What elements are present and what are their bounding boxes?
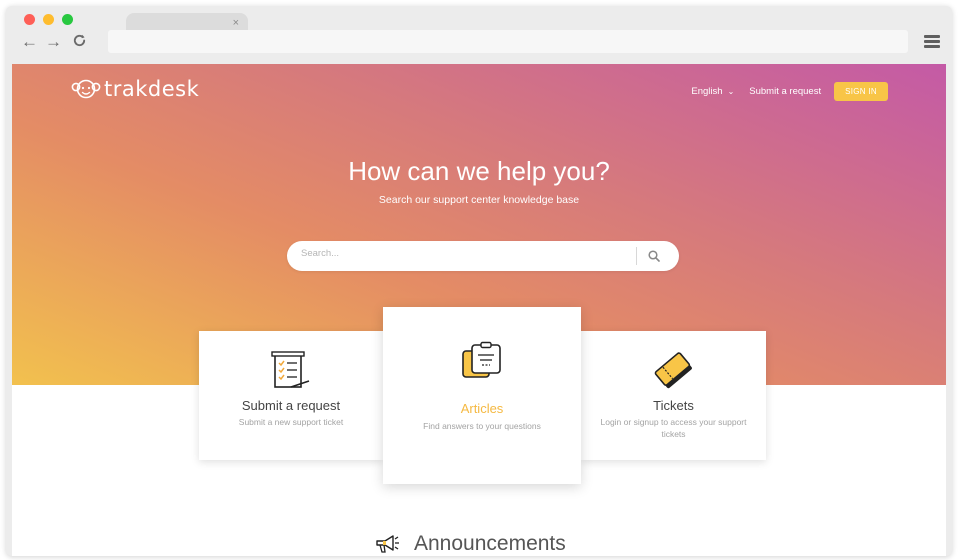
monkey-logo-icon: [71, 79, 101, 99]
forward-arrow-icon[interactable]: →: [45, 33, 62, 51]
search-input[interactable]: [301, 248, 621, 259]
back-arrow-icon[interactable]: ←: [21, 33, 38, 51]
ticket-icon: [654, 352, 692, 389]
card-description: Submit a new support ticket: [238, 417, 344, 427]
search-divider: [636, 247, 637, 265]
language-label: English: [691, 86, 723, 97]
card-title: Tickets: [653, 398, 694, 413]
tickets-card[interactable]: Tickets Login or signup to access your s…: [581, 331, 766, 460]
card-description: Find answers to your questions: [423, 421, 541, 431]
page-subtitle: Search our support center knowledge base: [378, 194, 580, 206]
tab-close-icon[interactable]: ×: [233, 17, 239, 29]
language-selector[interactable]: English ⌄: [691, 86, 734, 97]
submit-request-card[interactable]: Submit a request Submit a new support ti…: [199, 331, 383, 460]
browser-window: × ← → trakdesk English ⌄ Submit a reques…: [6, 6, 952, 556]
brand-name: trakdesk: [104, 77, 200, 101]
announcements-section: Announcements: [374, 532, 566, 556]
card-title: Articles: [460, 401, 504, 416]
submit-request-link[interactable]: Submit a request: [749, 86, 821, 97]
reload-icon[interactable]: [72, 33, 87, 53]
maximize-window-button[interactable]: [62, 14, 73, 25]
card-description: Login or signup to access your support t…: [600, 417, 747, 439]
brand-logo[interactable]: trakdesk: [70, 76, 199, 102]
help-center-page: trakdesk English ⌄ Submit a request SIGN…: [12, 64, 946, 556]
search-bar: [287, 241, 679, 271]
search-button[interactable]: [642, 247, 666, 265]
browser-menu-icon[interactable]: [924, 35, 940, 49]
browser-toolbar: × ← →: [6, 6, 952, 62]
page-title: How can we help you?: [348, 156, 610, 186]
sign-in-button[interactable]: SIGN IN: [834, 82, 888, 101]
close-window-button[interactable]: [24, 14, 35, 25]
section-heading: Announcements: [414, 532, 566, 555]
address-bar[interactable]: [108, 30, 908, 53]
articles-card[interactable]: Articles Find answers to your questions: [383, 307, 581, 484]
minimize-window-button[interactable]: [43, 14, 54, 25]
search-icon: [648, 250, 660, 262]
top-navigation: English ⌄ Submit a request SIGN IN: [691, 82, 888, 101]
articles-icon: [462, 341, 501, 378]
chevron-down-icon: ⌄: [727, 87, 735, 96]
card-title: Submit a request: [241, 398, 341, 413]
megaphone-icon: [376, 535, 399, 553]
form-icon: [271, 351, 310, 388]
